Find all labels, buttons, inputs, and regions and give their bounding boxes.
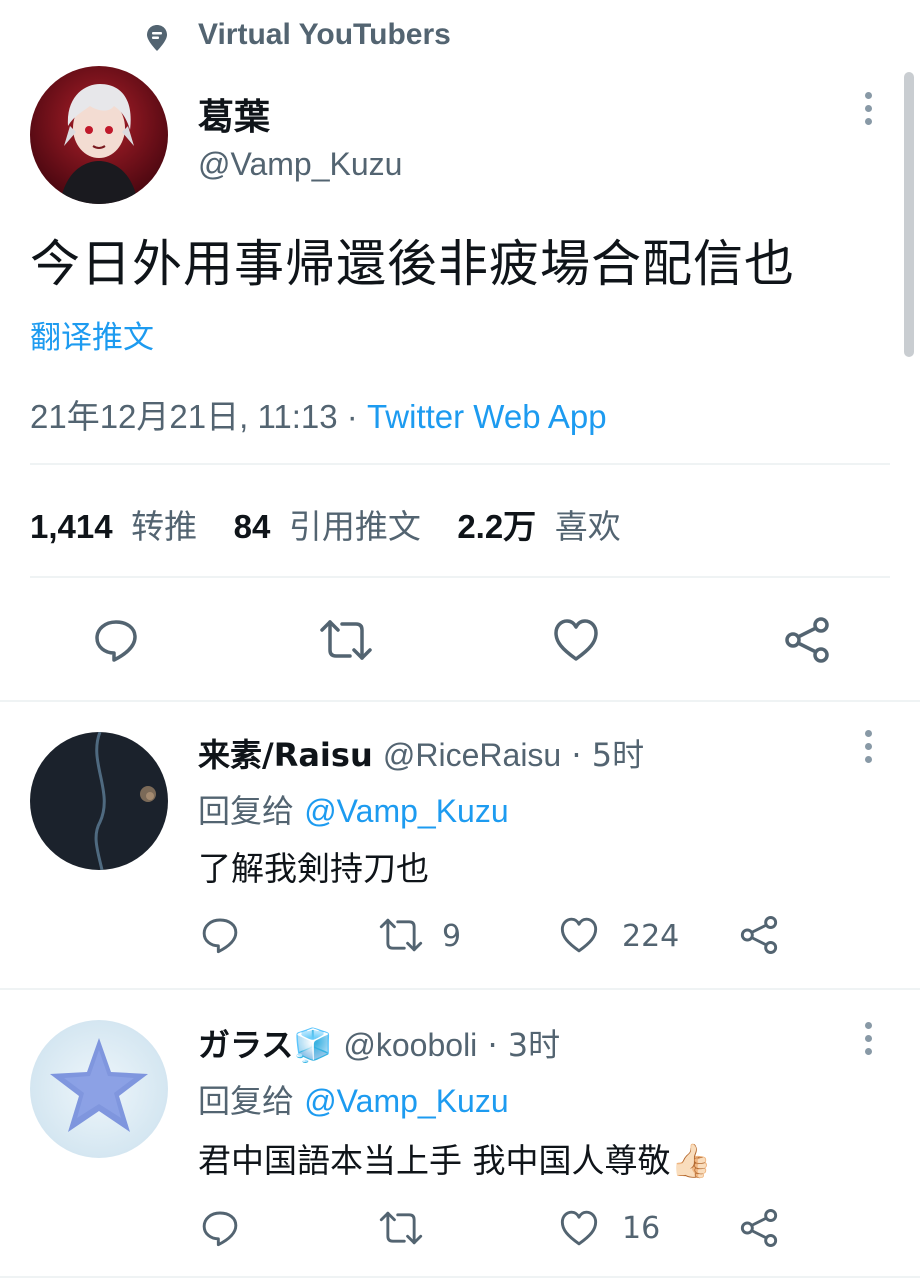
scrollbar[interactable]: [904, 72, 914, 357]
divider: [0, 988, 920, 990]
stat-value: 84: [233, 508, 271, 545]
retweet-icon[interactable]: [378, 1208, 424, 1248]
thumbs-up-emoji: 👍🏻: [670, 1141, 712, 1180]
tweet-stats: 1,414 转推 84 引用推文 2.2万 喜欢: [30, 500, 621, 548]
stat-label: 引用推文: [288, 507, 421, 546]
reply-time[interactable]: · 5时: [571, 736, 644, 774]
context-label[interactable]: Virtual YouTubers: [198, 18, 451, 52]
translate-tweet-link[interactable]: 翻译推文: [30, 312, 154, 357]
reply-icon[interactable]: [92, 616, 140, 664]
reply-to-handle[interactable]: @Vamp_Kuzu: [304, 793, 508, 829]
reply-to-handle[interactable]: @Vamp_Kuzu: [304, 1083, 508, 1119]
ice-cube-emoji: 🧊: [293, 1026, 334, 1064]
reply-header: ガラス🧊 @kooboli · 3时: [198, 1020, 560, 1066]
reply-to-label: 回复给: [198, 1082, 295, 1120]
reply-text: 了解我剣持刀也: [198, 849, 429, 888]
divider: [30, 463, 890, 465]
stat-quotes[interactable]: 84 引用推文: [234, 507, 432, 546]
reply-to-line: 回复给 @Vamp_Kuzu: [198, 786, 509, 832]
meta-separator: ·: [346, 398, 358, 435]
like-icon[interactable]: [552, 616, 600, 664]
stat-retweets[interactable]: 1,414 转推: [30, 507, 208, 546]
stat-likes[interactable]: 2.2万 喜欢: [457, 507, 620, 546]
stat-label: 喜欢: [554, 507, 621, 546]
divider: [30, 576, 890, 578]
like-count: 16: [622, 1211, 661, 1246]
more-options-icon[interactable]: [865, 730, 875, 769]
tweet-timestamp[interactable]: 21年12月21日, 11:13: [30, 398, 338, 435]
reply-display-name[interactable]: ガラス: [198, 1026, 293, 1064]
reply-header: 来素/Raisu @RiceRaisu · 5时: [198, 730, 644, 776]
share-icon[interactable]: [782, 616, 832, 664]
share-icon[interactable]: [738, 915, 780, 955]
share-icon[interactable]: [738, 1208, 780, 1248]
more-options-icon[interactable]: [865, 92, 875, 131]
reply-display-name[interactable]: 来素/Raisu: [198, 736, 373, 774]
stat-label: 转推: [131, 507, 198, 546]
retweet-count: 9: [442, 919, 462, 954]
tweet-meta: 21年12月21日, 11:13 · Twitter Web App: [30, 390, 607, 438]
retweet-icon[interactable]: [378, 915, 424, 955]
reply-time[interactable]: · 3时: [487, 1026, 560, 1064]
like-icon[interactable]: [558, 1208, 600, 1248]
reply-avatar[interactable]: [30, 732, 168, 870]
author-display-name[interactable]: 葛葉: [198, 88, 270, 140]
like-icon[interactable]: [558, 915, 600, 955]
reply-icon[interactable]: [200, 915, 240, 955]
stat-value: 1,414: [30, 508, 113, 545]
tweet-text: 今日外用事帰還後非疲場合配信也: [30, 235, 795, 293]
reply-text: 君中国語本当上手 我中国人尊敬: [198, 1141, 671, 1180]
reply-handle[interactable]: @kooboli: [343, 1027, 477, 1063]
stat-value: 2.2万: [457, 508, 537, 545]
tweet-source[interactable]: Twitter Web App: [367, 398, 607, 435]
reply-icon[interactable]: [200, 1208, 240, 1248]
retweet-icon[interactable]: [318, 616, 374, 664]
divider: [0, 1276, 920, 1278]
avatar[interactable]: [30, 66, 168, 204]
reply-avatar[interactable]: [30, 1020, 168, 1158]
reply-to-line: 回复给 @Vamp_Kuzu: [198, 1076, 509, 1122]
divider: [0, 700, 920, 702]
reply-text-line: 君中国語本当上手 我中国人尊敬👍🏻: [198, 1134, 712, 1182]
author-handle[interactable]: @Vamp_Kuzu: [198, 146, 402, 183]
reply-to-label: 回复给: [198, 792, 295, 830]
reply-handle[interactable]: @RiceRaisu: [383, 737, 561, 773]
topic-pin-icon: [146, 24, 168, 56]
more-options-icon[interactable]: [865, 1022, 875, 1061]
like-count: 224: [622, 919, 680, 954]
